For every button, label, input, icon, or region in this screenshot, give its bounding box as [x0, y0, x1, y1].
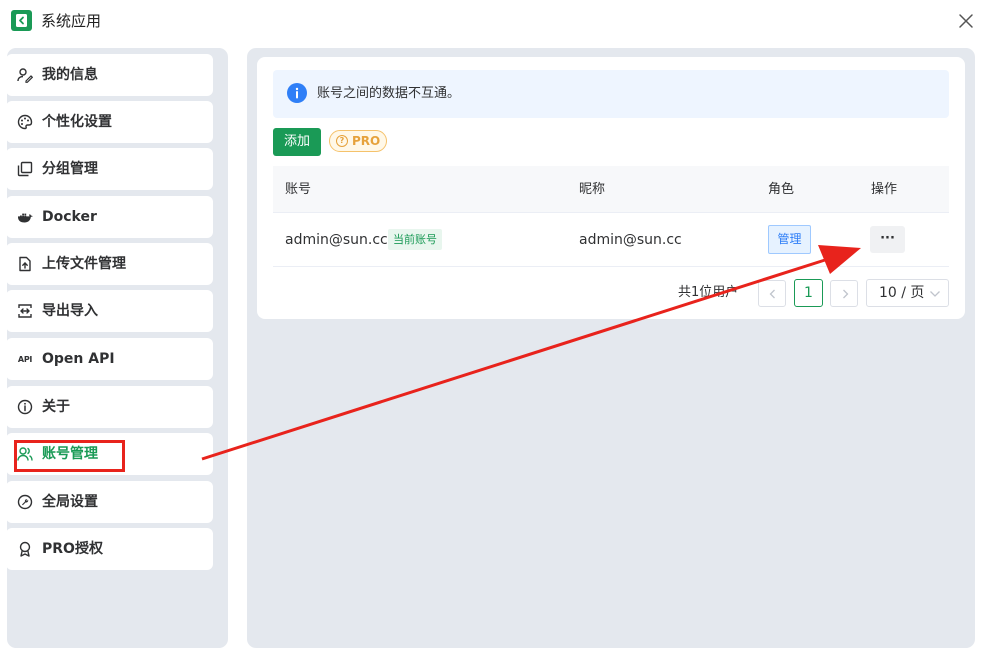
role-tag: 管理 — [768, 225, 811, 254]
window-title: 系统应用 — [41, 12, 102, 30]
sidebar-item-label: 个性化设置 — [42, 114, 112, 130]
page-size-value: 10 / 页 — [879, 285, 925, 301]
sidebar-item-global-settings[interactable]: 全局设置 — [6, 481, 213, 523]
add-account-button[interactable]: 添加 — [273, 128, 321, 156]
info-circle-icon — [287, 83, 307, 103]
chevron-left-icon — [769, 289, 775, 299]
current-account-tag: 当前账号 — [388, 229, 442, 250]
sidebar-item-about[interactable]: 关于 — [6, 386, 213, 428]
sidebar-item-label: Open API — [42, 351, 115, 367]
column-header-role: 角色 — [768, 182, 795, 197]
sidebar-item-upload-file-management[interactable]: 上传文件管理 — [6, 243, 213, 285]
sidebar-item-export-import[interactable]: 导出导入 — [6, 290, 213, 332]
title-bar: 系统应用 — [0, 0, 983, 42]
award-icon — [17, 541, 33, 557]
highlight-box-annotation — [14, 440, 125, 472]
pagination-total: 共1位用户 — [678, 285, 739, 300]
more-actions-button[interactable]: ··· — [870, 226, 905, 253]
prev-page-button[interactable] — [758, 280, 786, 307]
sidebar-item-pro-license[interactable]: PRO授权 — [6, 528, 213, 570]
palette-icon — [17, 114, 33, 130]
sidebar-item-label: 全局设置 — [42, 494, 98, 510]
next-page-button[interactable] — [830, 280, 858, 307]
notice-text: 账号之间的数据不互通。 — [317, 86, 461, 101]
docker-icon — [17, 209, 33, 225]
pro-badge-label: PRO — [352, 134, 381, 148]
page-number-button[interactable]: 1 — [794, 279, 823, 307]
wrench-icon — [17, 494, 33, 510]
close-button[interactable] — [956, 11, 976, 31]
sidebar-item-label: 我的信息 — [42, 67, 98, 83]
sidebar-item-label: 导出导入 — [42, 303, 98, 319]
sidebar-item-docker[interactable]: Docker — [6, 196, 213, 238]
nickname-cell: admin@sun.cc — [579, 232, 682, 248]
info-icon — [17, 399, 33, 415]
sidebar-item-label: Docker — [42, 209, 97, 225]
sidebar-item-label: 分组管理 — [42, 161, 98, 177]
column-header-nickname: 昵称 — [579, 182, 606, 197]
column-header-actions: 操作 — [871, 182, 898, 197]
sidebar-item-label: 关于 — [42, 399, 70, 415]
pro-badge[interactable]: ? PRO — [329, 130, 387, 152]
sidebar-item-open-api[interactable]: API Open API — [6, 338, 213, 380]
api-icon: API — [17, 354, 33, 364]
upload-file-icon — [17, 256, 33, 272]
sidebar-item-label: PRO授权 — [42, 541, 103, 557]
sidebar-item-label: 上传文件管理 — [42, 256, 126, 272]
chevron-right-icon — [843, 289, 849, 299]
sidebar-item-personalization[interactable]: 个性化设置 — [6, 101, 213, 143]
chevron-down-icon — [930, 291, 940, 297]
export-import-icon — [17, 303, 33, 319]
page-size-select[interactable]: 10 / 页 — [866, 279, 949, 307]
close-icon — [959, 14, 973, 28]
copy-icon — [17, 161, 33, 177]
account-cell: admin@sun.cc — [285, 232, 388, 248]
table-header — [273, 166, 949, 213]
column-header-account: 账号 — [285, 182, 312, 197]
help-icon: ? — [336, 135, 348, 147]
app-logo-icon — [11, 10, 32, 31]
sidebar-item-group-management[interactable]: 分组管理 — [6, 148, 213, 190]
user-edit-icon — [17, 67, 33, 83]
sidebar-item-my-info[interactable]: 我的信息 — [6, 54, 213, 96]
